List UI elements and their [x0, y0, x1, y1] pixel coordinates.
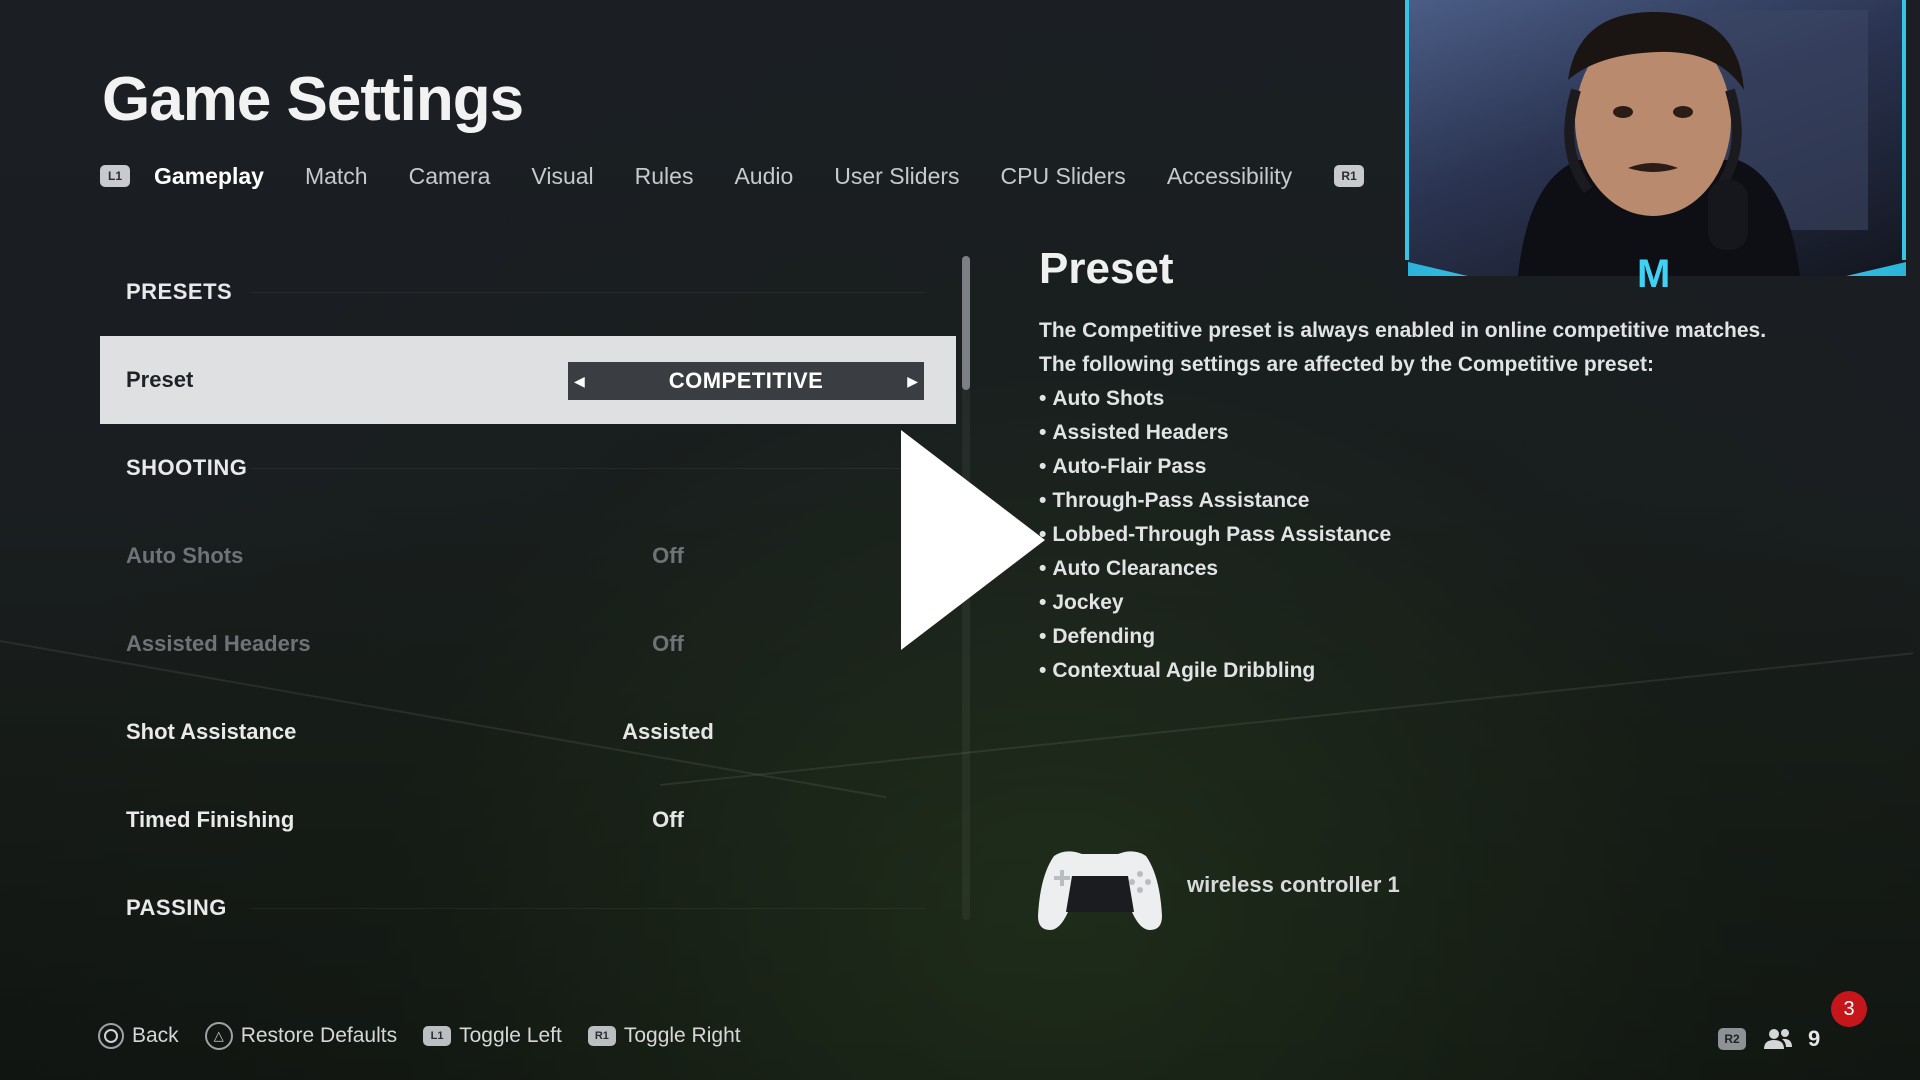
r1-button-icon: R1 — [587, 1026, 616, 1046]
preset-value: COMPETITIVE — [668, 368, 824, 393]
setting-label: Preset — [126, 367, 194, 392]
setting-label: Auto Shots — [126, 543, 244, 568]
tab-cpu-sliders[interactable]: CPU Sliders — [1001, 163, 1126, 190]
bullet: • — [1039, 387, 1047, 410]
tab-bar: L1 Gameplay Match Camera Visual Rules Au… — [100, 158, 1365, 194]
l1-button-badge[interactable]: L1 — [100, 165, 130, 187]
bullet: • — [1039, 455, 1047, 478]
bullet: • — [1039, 625, 1047, 648]
list-item-label: Defending — [1052, 625, 1156, 648]
setting-row-auto-shots[interactable]: Auto Shots Off — [100, 512, 956, 600]
list-item: • Defending — [1039, 620, 1391, 654]
settings-list: PRESETS Preset ◀ COMPETITIVE ▶ SHOOTING … — [100, 248, 956, 952]
list-item: • Contextual Agile Dribbling — [1039, 654, 1391, 688]
list-item: • Lobbed-Through Pass Assistance — [1039, 518, 1391, 552]
tab-accessibility[interactable]: Accessibility — [1167, 163, 1292, 190]
list-item-label: Jockey — [1052, 591, 1124, 614]
back-hint[interactable]: Back — [98, 1023, 179, 1049]
section-header-passing: PASSING — [100, 864, 956, 952]
description-line: The Competitive preset is always enabled… — [1039, 319, 1767, 342]
page-title: Game Settings — [102, 65, 524, 134]
list-item: • Jockey — [1039, 586, 1391, 620]
webcam-frame — [1902, 0, 1906, 260]
setting-label: Timed Finishing — [126, 807, 295, 832]
bullet: • — [1039, 659, 1047, 682]
bullet: • — [1039, 489, 1047, 512]
preset-selector[interactable]: ◀ COMPETITIVE ▶ — [568, 362, 924, 400]
setting-row-assisted-headers[interactable]: Assisted Headers Off — [100, 600, 956, 688]
controller-label: wireless controller 1 — [1187, 872, 1400, 897]
channel-logo: M — [1637, 252, 1671, 296]
list-item-label: Auto Shots — [1052, 387, 1165, 410]
online-friends-count: 9 — [1808, 1026, 1821, 1051]
arrow-right-icon[interactable]: ▶ — [907, 373, 918, 390]
setting-label: Shot Assistance — [126, 719, 297, 744]
webcam-overlay — [1408, 0, 1906, 276]
arrow-left-icon[interactable]: ◀ — [574, 373, 585, 390]
list-item-label: Contextual Agile Dribbling — [1052, 659, 1316, 682]
streamer-face-image — [1518, 10, 1868, 276]
triangle-button-icon: △ — [204, 1022, 233, 1050]
hint-label: Toggle Right — [623, 1024, 741, 1047]
webcam-frame — [1405, 0, 1409, 260]
list-item: • Assisted Headers — [1039, 416, 1391, 450]
friends-icon[interactable] — [1762, 1027, 1794, 1051]
toggle-right-hint[interactable]: R1 Toggle Right — [587, 1024, 741, 1048]
setting-value: Off — [652, 631, 684, 656]
bullet: • — [1039, 591, 1047, 614]
list-item-label: Lobbed-Through Pass Assistance — [1052, 523, 1392, 546]
setting-value: Off — [652, 543, 684, 568]
description-line: The following settings are affected by t… — [1039, 353, 1654, 376]
tab-audio[interactable]: Audio — [734, 163, 793, 190]
setting-row-preset[interactable]: Preset ◀ COMPETITIVE ▶ — [100, 336, 956, 424]
r2-button-icon[interactable]: R2 — [1718, 1028, 1746, 1050]
list-item-label: Auto Clearances — [1052, 557, 1219, 580]
social-bar: R2 9 — [1718, 1026, 1820, 1052]
controller-icon — [1038, 851, 1162, 930]
scrollbar-thumb[interactable] — [962, 256, 970, 390]
list-item-label: Auto-Flair Pass — [1052, 455, 1207, 478]
list-item: • Auto Clearances — [1039, 552, 1391, 586]
r1-button-badge[interactable]: R1 — [1334, 165, 1365, 187]
play-icon[interactable] — [901, 430, 1045, 650]
description-text: The Competitive preset is always enabled… — [1039, 314, 1766, 382]
setting-label: Assisted Headers — [126, 631, 311, 656]
section-header-shooting: SHOOTING — [100, 424, 956, 512]
setting-row-shot-assistance[interactable]: Shot Assistance Assisted — [100, 688, 956, 776]
list-item: • Auto-Flair Pass — [1039, 450, 1391, 484]
circle-button-icon — [98, 1023, 124, 1049]
setting-value: Assisted — [622, 719, 714, 744]
tab-rules[interactable]: Rules — [635, 163, 694, 190]
hint-label: Toggle Left — [459, 1024, 562, 1047]
tab-user-sliders[interactable]: User Sliders — [834, 163, 959, 190]
description-title: Preset — [1039, 244, 1174, 293]
setting-value: Off — [652, 807, 684, 832]
list-item-label: Assisted Headers — [1052, 421, 1229, 444]
hint-label: Restore Defaults — [240, 1024, 398, 1047]
list-item: • Auto Shots — [1039, 382, 1391, 416]
affected-settings-list: • Auto Shots • Assisted Headers • Auto-Flai… — [1039, 382, 1391, 688]
setting-row-timed-finishing[interactable]: Timed Finishing Off — [100, 776, 956, 864]
hint-label: Back — [132, 1024, 179, 1047]
footer-hints: Back △ Restore Defaults L1 Toggle Left R… — [98, 1022, 767, 1050]
section-header-presets: PRESETS — [100, 248, 956, 336]
tab-camera[interactable]: Camera — [409, 163, 491, 190]
tab-gameplay[interactable]: Gameplay — [154, 163, 264, 190]
notification-badge[interactable]: 3 — [1831, 991, 1867, 1027]
l1-button-icon: L1 — [423, 1026, 452, 1046]
tab-match[interactable]: Match — [305, 163, 368, 190]
list-item: • Through-Pass Assistance — [1039, 484, 1391, 518]
toggle-left-hint[interactable]: L1 Toggle Left — [423, 1024, 562, 1048]
bullet: • — [1039, 421, 1047, 444]
bullet: • — [1039, 557, 1047, 580]
restore-defaults-hint[interactable]: △ Restore Defaults — [204, 1022, 398, 1050]
tab-visual[interactable]: Visual — [531, 163, 593, 190]
bullet: • — [1039, 523, 1047, 546]
list-item-label: Through-Pass Assistance — [1052, 489, 1310, 512]
